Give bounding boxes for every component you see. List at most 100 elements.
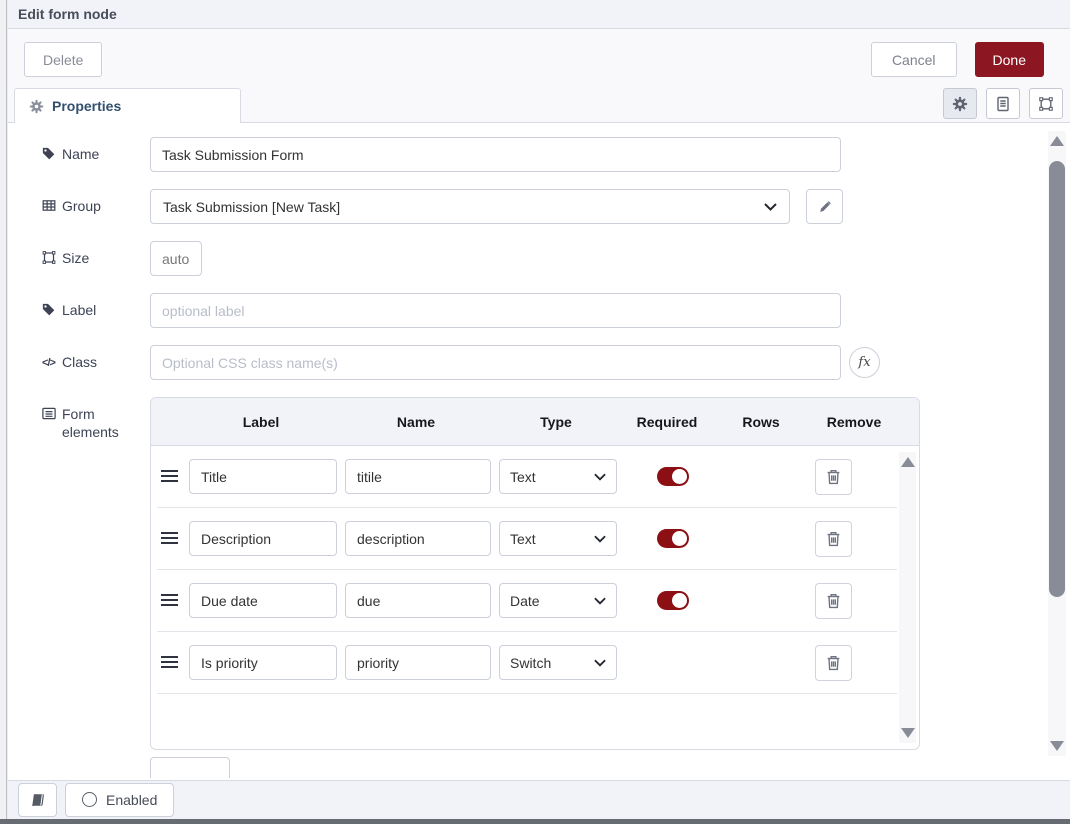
scroll-down-icon[interactable] [1050,741,1064,751]
group-select[interactable]: Task Submission [New Task] [150,189,790,224]
group-select-value: Task Submission [New Task] [163,199,764,215]
header-required: Required [619,414,715,430]
label-field-row: Label [40,293,1070,328]
enabled-toggle-button[interactable]: Enabled [65,783,174,817]
remove-element-button[interactable] [815,645,852,681]
fx-expression-button[interactable]: fx [849,347,880,378]
chevron-down-icon [764,203,777,211]
table-scrollbar[interactable] [899,452,916,743]
edit-form-node-dialog: Edit form node Delete Cancel Done [8,0,1070,819]
group-field-label: Group [62,197,101,215]
size-field-label: Size [62,249,89,267]
element-type-select[interactable]: Switch [499,645,617,680]
appearance-icon [1038,96,1054,112]
remove-element-button[interactable] [815,583,852,619]
required-toggle[interactable] [657,467,689,486]
label-input[interactable] [150,293,841,328]
element-label-input[interactable] [189,645,337,680]
tag-icon [40,145,57,161]
element-name-input[interactable] [345,645,491,680]
scrollbar-thumb[interactable] [1049,161,1065,597]
remove-element-button[interactable] [815,459,852,495]
node-help-button[interactable] [18,783,57,817]
fx-icon: fx [858,355,870,370]
table-row: Text [157,508,897,570]
trash-icon [826,531,841,547]
element-name-input[interactable] [345,459,491,494]
drag-handle-icon[interactable] [161,532,178,545]
object-group-icon [40,249,57,265]
class-field-row: </> Class fx [40,345,1070,380]
appearance-tab-button[interactable] [1029,88,1063,119]
required-toggle[interactable] [657,529,689,548]
required-toggle[interactable] [657,591,689,610]
group-field-row: Group Task Submission [New Task] [40,189,1070,224]
header-remove: Remove [807,414,901,430]
element-type-select[interactable]: Text [499,459,617,494]
element-label-input[interactable] [189,583,337,618]
gear-icon [952,96,968,112]
form-elements-label: Form elements [62,405,150,441]
chevron-down-icon [594,473,606,481]
table-row: Switch [157,632,897,694]
done-button[interactable]: Done [975,42,1044,77]
name-input[interactable] [150,137,841,172]
tag-icon [40,301,57,317]
book-icon [30,792,46,808]
drag-handle-icon[interactable] [161,594,178,607]
add-element-button[interactable] [150,757,230,778]
document-icon [995,96,1011,112]
pencil-icon [818,200,832,214]
enabled-label: Enabled [106,792,157,808]
cancel-button[interactable]: Cancel [871,42,957,77]
size-field-row: Size [40,241,1070,276]
circle-icon [82,792,97,807]
trash-icon [826,469,841,485]
properties-panel: Name Group Task Submission [New Task] [8,123,1070,780]
dialog-title: Edit form node [18,6,117,22]
header-label: Label [183,414,339,430]
drag-handle-icon[interactable] [161,656,178,669]
dialog-header: Edit form node [8,0,1070,29]
edit-group-button[interactable] [806,189,843,224]
table-row: Date [157,570,897,632]
form-elements-row: Form elements Label Name Type Required R… [40,397,1070,778]
tab-properties-label: Properties [52,98,121,114]
chevron-down-icon [594,535,606,543]
element-label-input[interactable] [189,459,337,494]
trash-icon [826,593,841,609]
scroll-up-icon[interactable] [1050,136,1064,146]
code-icon: </> [40,353,57,372]
dialog-footer: Enabled [8,780,1070,819]
element-type-select[interactable]: Date [499,583,617,618]
list-icon [40,405,57,421]
window-bottom-edge [0,819,1070,824]
delete-button[interactable]: Delete [24,42,102,77]
form-elements-table: Label Name Type Required Rows Remove [150,397,920,750]
table-body: Text [151,446,919,749]
size-input[interactable] [150,241,202,276]
chevron-down-icon [594,659,606,667]
scroll-up-icon[interactable] [901,457,915,467]
label-field-label: Label [62,301,96,319]
class-input[interactable] [150,345,841,380]
tab-properties[interactable]: Properties [14,88,241,123]
table-header-row: Label Name Type Required Rows Remove [151,398,919,446]
scroll-down-icon[interactable] [901,728,915,738]
drag-handle-icon[interactable] [161,470,178,483]
dialog-toolbar: Delete Cancel Done Properties [8,29,1070,123]
table-icon [40,197,57,213]
element-name-input[interactable] [345,521,491,556]
name-field-row: Name [40,137,1070,172]
properties-tab-button[interactable] [943,88,977,119]
panel-scrollbar[interactable] [1048,131,1066,756]
element-type-select[interactable]: Text [499,521,617,556]
remove-element-button[interactable] [815,521,852,557]
gear-icon [29,99,44,114]
element-name-input[interactable] [345,583,491,618]
header-rows: Rows [715,414,807,430]
element-label-input[interactable] [189,521,337,556]
description-tab-button[interactable] [986,88,1020,119]
class-field-label: Class [62,353,97,371]
table-row: Text [157,446,897,508]
